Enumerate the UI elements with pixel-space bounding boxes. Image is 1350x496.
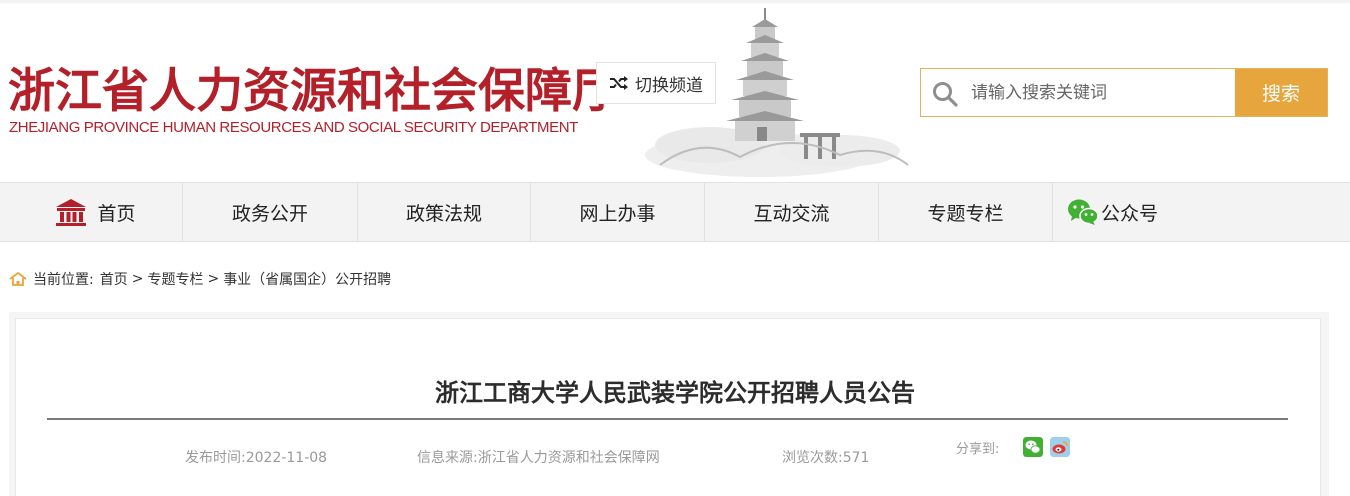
search-button[interactable]: 搜索 — [1235, 69, 1327, 116]
site-header: 浙江省人力资源和社会保障厅 ZHEJIANG PROVINCE HUMAN RE… — [0, 0, 1350, 182]
publish-time: 发布时间:2022-11-08 — [185, 450, 328, 466]
nav-item-interaction[interactable]: 互动交流 — [705, 183, 878, 241]
breadcrumb-item-special-topics[interactable]: 专题专栏 — [147, 269, 203, 289]
title-divider — [47, 418, 1288, 420]
breadcrumb-separator: > — [207, 271, 220, 287]
breadcrumb-item-current[interactable]: 事业（省属国企）公开招聘 — [223, 269, 391, 289]
site-logo-title[interactable]: 浙江省人力资源和社会保障厅 — [8, 52, 619, 121]
nav-label-home: 首页 — [97, 202, 136, 225]
search-box: 搜索 — [920, 68, 1328, 117]
breadcrumb-separator: > — [131, 271, 144, 287]
nav-item-home[interactable]: 首页 — [9, 183, 182, 241]
breadcrumb-item-home[interactable]: 首页 — [100, 269, 128, 289]
view-count: 浏览次数:571 — [782, 450, 870, 466]
nav-item-wechat-account[interactable]: 公众号 — [1053, 183, 1173, 241]
nav-item-government-affairs[interactable]: 政务公开 — [183, 183, 357, 241]
nav-label-wechat-account: 公众号 — [1101, 202, 1159, 225]
main-nav: 首页 政务公开 政策法规 网上办事 互动交流 专题专栏 公众号 — [0, 182, 1350, 242]
breadcrumb-prefix: 当前位置: — [33, 272, 94, 288]
info-source: 信息来源:浙江省人力资源和社会保障网 — [417, 450, 660, 466]
wechat-icon — [1068, 199, 1099, 225]
site-logo-subtitle: ZHEJIANG PROVINCE HUMAN RESOURCES AND SO… — [9, 119, 578, 136]
nav-item-special-topics[interactable]: 专题专栏 — [879, 183, 1052, 241]
top-divider — [0, 0, 1350, 3]
home-icon — [9, 272, 27, 286]
search-icon — [933, 82, 958, 107]
pagoda-illustration — [645, 8, 909, 177]
page: 浙江省人力资源和社会保障厅 ZHEJIANG PROVINCE HUMAN RE… — [0, 0, 1350, 496]
shuffle-icon — [610, 76, 628, 90]
breadcrumb: 当前位置: 首页 > 专题专栏 > 事业（省属国企）公开招聘 — [9, 268, 391, 290]
home-building-icon — [56, 199, 87, 226]
wechat-share-icon[interactable] — [1023, 437, 1043, 457]
article-title: 浙江工商大学人民武装学院公开招聘人员公告 — [435, 379, 915, 407]
nav-item-online-services[interactable]: 网上办事 — [531, 183, 704, 241]
search-input[interactable] — [971, 77, 1231, 109]
share-label: 分享到: — [956, 442, 1000, 457]
weibo-share-icon[interactable] — [1050, 437, 1070, 457]
nav-item-policies[interactable]: 政策法规 — [358, 183, 530, 241]
